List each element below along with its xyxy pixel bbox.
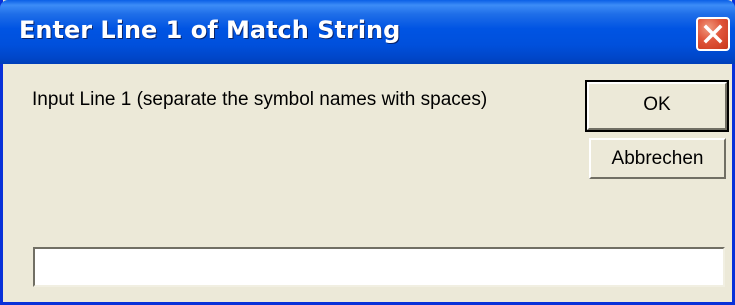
dialog-title: Enter Line 1 of Match String — [19, 16, 401, 44]
title-bar[interactable]: Enter Line 1 of Match String — [0, 0, 735, 64]
cancel-button[interactable]: Abbrechen — [589, 138, 726, 179]
match-string-input[interactable] — [33, 247, 725, 287]
prompt-label: Input Line 1 (separate the symbol names … — [32, 89, 488, 110]
dialog-window: Enter Line 1 of Match String Input Line … — [0, 0, 735, 305]
ok-button[interactable]: OK — [585, 80, 729, 132]
close-button[interactable] — [696, 17, 730, 51]
close-icon — [703, 24, 723, 44]
